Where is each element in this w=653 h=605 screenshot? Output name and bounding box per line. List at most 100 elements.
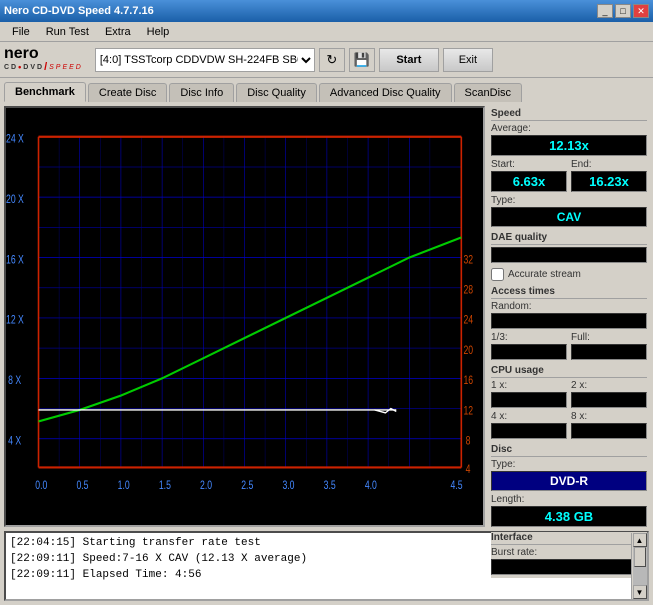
svg-text:4.0: 4.0 bbox=[365, 480, 377, 492]
menu-help[interactable]: Help bbox=[139, 24, 178, 40]
tab-create-disc[interactable]: Create Disc bbox=[88, 83, 167, 102]
start-button[interactable]: Start bbox=[379, 48, 439, 72]
log-line-1: [22:04:15] Starting transfer rate test bbox=[10, 535, 627, 551]
log-line-3: [22:09:11] Elapsed Time: 4:56 bbox=[10, 567, 627, 583]
start-value: 6.63x bbox=[491, 171, 567, 192]
full-label: Full: bbox=[571, 332, 647, 343]
exit-button[interactable]: Exit bbox=[443, 48, 493, 72]
chart-area: 4 X 8 X 12 X 16 X 20 X 24 X 4 8 12 16 20… bbox=[4, 106, 485, 527]
speed-header: Speed bbox=[491, 108, 647, 121]
one-third-value-box bbox=[491, 344, 567, 360]
speed-section: Speed Average: 12.13x Start: 6.63x End: … bbox=[491, 108, 647, 230]
average-value: 12.13x bbox=[491, 135, 647, 156]
scroll-up-button[interactable]: ▲ bbox=[633, 533, 647, 547]
access-times-section: Access times Random: 1/3: Full: bbox=[491, 286, 647, 363]
disc-header: Disc bbox=[491, 444, 647, 457]
refresh-button[interactable]: ↻ bbox=[319, 48, 345, 72]
end-label: End: bbox=[571, 159, 647, 170]
cpu-usage-section: CPU usage 1 x: 4 x: 2 x: 8 x: bbox=[491, 365, 647, 442]
cpu-4x-label: 4 x: bbox=[491, 411, 567, 422]
svg-text:3.0: 3.0 bbox=[282, 480, 294, 492]
right-panel: Speed Average: 12.13x Start: 6.63x End: … bbox=[489, 106, 649, 527]
svg-text:12 X: 12 X bbox=[6, 315, 24, 327]
save-button[interactable]: 💾 bbox=[349, 48, 375, 72]
svg-text:24: 24 bbox=[463, 315, 473, 327]
random-label: Random: bbox=[491, 301, 647, 312]
maximize-button[interactable]: □ bbox=[615, 4, 631, 18]
cpu-4x-box bbox=[491, 423, 567, 439]
svg-text:16 X: 16 X bbox=[6, 254, 24, 266]
chart-svg: 4 X 8 X 12 X 16 X 20 X 24 X 4 8 12 16 20… bbox=[6, 108, 483, 525]
log-line-2: [22:09:11] Speed:7-16 X CAV (12.13 X ave… bbox=[10, 551, 627, 567]
svg-text:28: 28 bbox=[463, 284, 473, 296]
average-label: Average: bbox=[491, 123, 647, 134]
cpu-1x-label: 1 x: bbox=[491, 380, 567, 391]
disc-type-label: Type: bbox=[491, 459, 647, 470]
type-value: CAV bbox=[491, 207, 647, 227]
one-third-label: 1/3: bbox=[491, 332, 567, 343]
svg-text:4: 4 bbox=[466, 464, 471, 476]
tab-disc-quality[interactable]: Disc Quality bbox=[236, 83, 317, 102]
disc-type-value: DVD-R bbox=[491, 471, 647, 491]
scroll-down-button[interactable]: ▼ bbox=[633, 585, 647, 599]
cpu-header: CPU usage bbox=[491, 365, 647, 378]
svg-text:2.5: 2.5 bbox=[241, 480, 253, 492]
log-area: [22:04:15] Starting transfer rate test [… bbox=[4, 531, 649, 601]
svg-text:1.5: 1.5 bbox=[159, 480, 171, 492]
svg-text:32: 32 bbox=[463, 254, 473, 266]
menu-extra[interactable]: Extra bbox=[97, 24, 139, 40]
log-scrollbar: ▲ ▼ bbox=[631, 533, 647, 599]
svg-text:4.5: 4.5 bbox=[450, 480, 462, 492]
accurate-stream-section: Accurate stream bbox=[491, 268, 647, 284]
svg-text:20: 20 bbox=[463, 345, 473, 357]
svg-text:8: 8 bbox=[466, 435, 471, 447]
minimize-button[interactable]: _ bbox=[597, 4, 613, 18]
disc-length-value: 4.38 GB bbox=[491, 506, 647, 527]
dae-bar bbox=[491, 247, 647, 263]
main-content: 4 X 8 X 12 X 16 X 20 X 24 X 4 8 12 16 20… bbox=[0, 102, 653, 531]
cpu-1x-box bbox=[491, 392, 567, 408]
svg-text:4 X: 4 X bbox=[8, 435, 21, 447]
tab-scandisc[interactable]: ScanDisc bbox=[454, 83, 522, 102]
accurate-stream-label: Accurate stream bbox=[508, 269, 581, 280]
start-label: Start: bbox=[491, 159, 567, 170]
bottom-area: [22:04:15] Starting transfer rate test [… bbox=[0, 531, 653, 605]
tab-advanced-disc-quality[interactable]: Advanced Disc Quality bbox=[319, 83, 452, 102]
end-value: 16.23x bbox=[571, 171, 647, 192]
scroll-thumb[interactable] bbox=[634, 547, 646, 567]
svg-text:3.5: 3.5 bbox=[324, 480, 336, 492]
disc-length-label: Length: bbox=[491, 494, 647, 505]
cpu-8x-label: 8 x: bbox=[571, 411, 647, 422]
svg-text:1.0: 1.0 bbox=[118, 480, 130, 492]
window-title: Nero CD-DVD Speed 4.7.7.16 bbox=[4, 5, 154, 17]
svg-text:0.0: 0.0 bbox=[35, 480, 47, 492]
cpu-2x-box bbox=[571, 392, 647, 408]
menu-file[interactable]: File bbox=[4, 24, 38, 40]
svg-text:2.0: 2.0 bbox=[200, 480, 212, 492]
log-content: [22:04:15] Starting transfer rate test [… bbox=[6, 533, 631, 599]
svg-text:8 X: 8 X bbox=[8, 375, 21, 387]
app-logo: nero CD•DVD/SPEED bbox=[4, 46, 83, 73]
title-bar: Nero CD-DVD Speed 4.7.7.16 _ □ ✕ bbox=[0, 0, 653, 22]
dae-header: DAE quality bbox=[491, 232, 647, 245]
scroll-track[interactable] bbox=[633, 547, 647, 585]
svg-text:24 X: 24 X bbox=[6, 133, 24, 145]
menu-run-test[interactable]: Run Test bbox=[38, 24, 97, 40]
accurate-stream-checkbox[interactable] bbox=[491, 268, 504, 281]
tab-bar: Benchmark Create Disc Disc Info Disc Qua… bbox=[0, 78, 653, 102]
cpu-2x-label: 2 x: bbox=[571, 380, 647, 391]
disc-section: Disc Type: DVD-R Length: 4.38 GB bbox=[491, 444, 647, 530]
tab-benchmark[interactable]: Benchmark bbox=[4, 82, 86, 102]
svg-text:20 X: 20 X bbox=[6, 194, 24, 206]
toolbar: nero CD•DVD/SPEED [4:0] TSSTcorp CDDVDW … bbox=[0, 42, 653, 78]
close-button[interactable]: ✕ bbox=[633, 4, 649, 18]
full-value-box bbox=[571, 344, 647, 360]
menu-bar: File Run Test Extra Help bbox=[0, 22, 653, 42]
tab-disc-info[interactable]: Disc Info bbox=[169, 83, 234, 102]
access-times-header: Access times bbox=[491, 286, 647, 299]
svg-text:0.5: 0.5 bbox=[76, 480, 88, 492]
type-label: Type: bbox=[491, 195, 647, 206]
drive-select[interactable]: [4:0] TSSTcorp CDDVDW SH-224FB SB00 bbox=[95, 48, 315, 72]
svg-text:12: 12 bbox=[463, 405, 473, 417]
window-controls: _ □ ✕ bbox=[597, 4, 649, 18]
